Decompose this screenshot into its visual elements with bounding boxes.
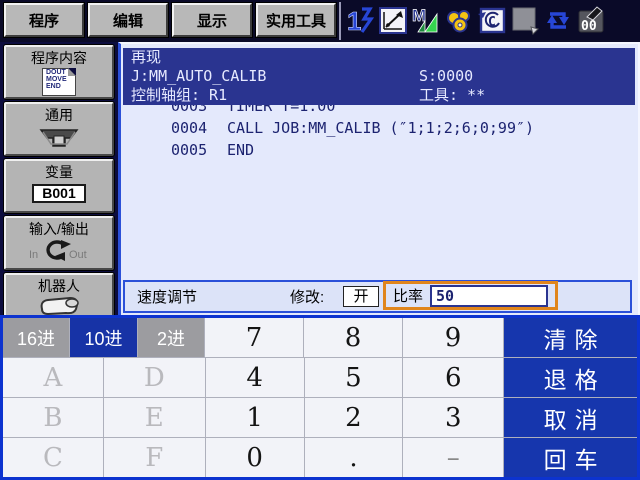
code-line-text: END	[227, 141, 255, 159]
keypad-backspace-button[interactable]: 退格	[504, 358, 637, 397]
in-out-icon: In Out	[29, 240, 87, 261]
keypad-key-minus[interactable]: –	[403, 438, 504, 477]
menu-item-display[interactable]: 显示	[171, 2, 253, 38]
job-name-row: J:MM_AUTO_CALIB S:0000	[123, 67, 635, 86]
job-name: J:MM_AUTO_CALIB	[131, 67, 267, 85]
axis-group: 控制轴组: R1	[131, 86, 228, 104]
sidebar-item-label: 机器人	[38, 278, 80, 294]
keypad-cancel-button[interactable]: 取消	[504, 398, 637, 437]
svg-text:00: 00	[581, 19, 597, 34]
sidebar-item-general[interactable]: 通用	[3, 101, 115, 157]
coordinate-move-icon	[379, 7, 407, 34]
modify-label: 修改:	[290, 289, 325, 306]
cycle-loop-icon	[547, 12, 569, 29]
tool-value: 工具: **	[419, 86, 486, 104]
keypad-key-4[interactable]: 4	[205, 358, 304, 397]
svg-text:C: C	[488, 15, 496, 30]
code-line-text: CALL JOB:MM_CALIB (″1;1;2;6;0;99″)	[227, 119, 535, 137]
mode-label: 再现	[131, 48, 162, 66]
step-cycle-icon: 1	[347, 6, 374, 35]
ratio-label: 比率	[393, 288, 424, 305]
menu-item-edit[interactable]: 编辑	[87, 2, 169, 38]
modify-toggle[interactable]: 开	[343, 286, 379, 307]
hour-meter-icon: 00	[578, 6, 604, 34]
sidebar-item-label: 输入/输出	[29, 221, 89, 237]
sidebar-item-variable[interactable]: 变量 B001	[3, 158, 115, 214]
ratio-focus-group: 比率 50	[383, 281, 559, 310]
inactive-square-icon	[512, 7, 539, 35]
keypad-key-8[interactable]: 8	[304, 318, 402, 357]
keypad-key-3[interactable]: 3	[403, 398, 504, 437]
radix-tab-dec[interactable]: 10进	[70, 318, 137, 357]
keypad-key-b[interactable]: B	[3, 398, 103, 437]
sidebar-item-in-out[interactable]: 输入/输出 In Out	[3, 215, 115, 271]
manual-speed-icon: M	[412, 6, 438, 33]
keypad-key-5[interactable]: 5	[304, 358, 403, 397]
sidebar-item-label: 通用	[45, 107, 73, 123]
keypad-key-d[interactable]: D	[103, 358, 205, 397]
keypad-enter-button[interactable]: 回车	[504, 438, 637, 477]
keypad-key-6[interactable]: 6	[403, 358, 504, 397]
axis-group-row: 控制轴组: R1 工具: **	[123, 86, 635, 105]
radix-tab-bin[interactable]: 2进	[138, 318, 204, 357]
code-line[interactable]: 0004 CALL JOB:MM_CALIB (″1;1;2;6;0;99″)	[123, 120, 635, 137]
menu-item-program[interactable]: 程序	[3, 2, 85, 38]
step-counter: S:0000	[419, 67, 474, 85]
svg-text:In: In	[29, 249, 38, 261]
menu-toolbar-divider	[339, 2, 341, 40]
keypad-key-c[interactable]: C	[3, 438, 103, 477]
keypad-key-a[interactable]: A	[3, 358, 103, 397]
menu-item-utility[interactable]: 实用工具	[255, 2, 337, 38]
svg-text:Out: Out	[69, 249, 87, 261]
keypad-key-0[interactable]: 0	[205, 438, 304, 477]
code-line-number: 0004	[171, 119, 208, 137]
status-icon-bar: 1 M C 00	[346, 5, 605, 35]
keypad-key-f[interactable]: F	[103, 438, 205, 477]
speed-adjust-bar: 速度调节 修改: 开 比率 50	[123, 280, 632, 313]
ratio-input[interactable]: 50	[430, 284, 549, 307]
sidebar-item-label: 程序内容	[31, 50, 87, 66]
keypad-key-7[interactable]: 7	[205, 318, 303, 357]
keypad-key-2[interactable]: 2	[304, 398, 403, 437]
variable-icon: B001	[32, 184, 86, 203]
keypad-key-e[interactable]: E	[103, 398, 205, 437]
page-refresh-icon: C	[478, 7, 506, 34]
keypad-clear-button[interactable]: 清除	[504, 318, 637, 357]
general-tool-icon	[39, 129, 79, 147]
sidebar-item-label: 变量	[45, 164, 73, 180]
svg-text:1: 1	[347, 6, 361, 35]
numeric-keypad: 16进 10进 2进 7 8 9 清除 A D 4 5 6 退格 B E 1 2	[0, 315, 640, 480]
radix-tab-hex[interactable]: 16进	[3, 318, 69, 357]
keypad-key-1[interactable]: 1	[205, 398, 304, 437]
job-document-icon: DOUT MOVE END	[42, 68, 76, 96]
job-header-panel: 再现 J:MM_AUTO_CALIB S:0000 控制轴组: R1 工具: **	[123, 48, 635, 105]
speed-adjust-title: 速度调节	[137, 289, 198, 306]
sidebar-item-job-content[interactable]: 程序内容 DOUT MOVE END	[3, 44, 115, 100]
keypad-key-dot[interactable]: .	[304, 438, 403, 477]
keypad-key-9[interactable]: 9	[403, 318, 503, 357]
code-line-number: 0005	[171, 141, 208, 159]
main-panel: 再现 J:MM_AUTO_CALIB S:0000 控制轴组: R1 工具: ** …	[118, 42, 640, 315]
servo-hand-icon	[447, 10, 470, 33]
code-line[interactable]: 0005 END	[123, 142, 635, 159]
pendant-screen: 程序 编辑 显示 实用工具 1 M C 00 程序内容 DOUT MOVE EN…	[0, 0, 640, 480]
